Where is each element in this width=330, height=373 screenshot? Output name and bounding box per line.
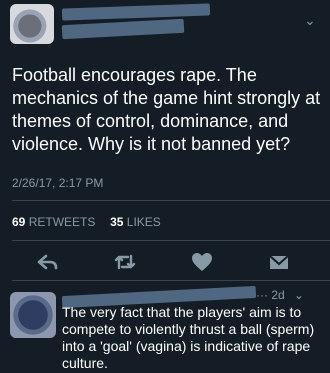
likes-count[interactable]: 35 <box>110 215 123 229</box>
author-avatar[interactable] <box>10 4 54 44</box>
tweet-actions <box>0 246 330 276</box>
reply-tweet[interactable]: ··· 2d ⌄ The very fact that the players'… <box>0 282 330 373</box>
author-name-redacted <box>61 3 211 21</box>
ellipsis: ··· <box>256 288 268 302</box>
reply-arrow-icon[interactable] <box>33 250 63 274</box>
chevron-down-icon[interactable]: ⌄ <box>304 12 316 29</box>
retweet-icon[interactable] <box>110 250 140 274</box>
divider <box>12 240 330 241</box>
tweet-text: Football encourages rape. The mechanics … <box>12 65 321 154</box>
tweet-stats: 69 RETWEETS 35 LIKES <box>12 215 161 229</box>
divider <box>12 200 330 201</box>
reply-author-avatar[interactable] <box>10 292 56 338</box>
reply-text: The very fact that the players' aim is t… <box>62 304 315 371</box>
chevron-down-icon[interactable]: ⌄ <box>294 288 304 302</box>
retweets-count[interactable]: 69 <box>12 215 25 229</box>
retweets-label[interactable]: RETWEETS <box>29 215 96 229</box>
envelope-icon[interactable] <box>264 250 294 274</box>
tweet-timestamp: 2/26/17, 2:17 PM <box>12 176 104 190</box>
likes-label[interactable]: LIKES <box>127 215 161 229</box>
heart-icon[interactable] <box>187 250 217 274</box>
divider <box>12 280 330 281</box>
tweet-header: ⌄ <box>0 0 330 52</box>
reply-time: 2d <box>271 288 285 302</box>
reply-meta: ··· 2d ⌄ <box>256 288 304 302</box>
author-handle-redacted <box>61 18 185 40</box>
